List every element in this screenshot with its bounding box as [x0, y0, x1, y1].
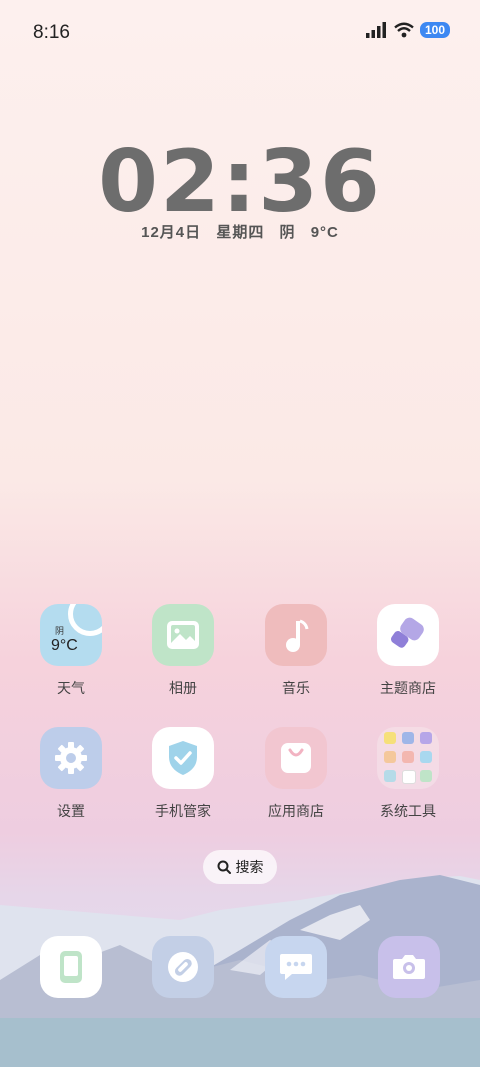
search-label: 搜索 [235, 859, 264, 875]
wallpaper-lake [0, 1018, 480, 1067]
messages-icon [280, 954, 312, 980]
shield-check-icon[interactable] [152, 727, 214, 789]
gear-icon[interactable] [40, 727, 102, 789]
browser-compass-icon [168, 952, 198, 982]
date-weather-row: 12月4日 星期四 阴 9°C [0, 221, 480, 242]
app-label: 手机管家 [155, 803, 211, 819]
phone-icon [60, 951, 82, 983]
folder-icon[interactable] [377, 727, 439, 789]
app-app-store[interactable]: 应用商店 [246, 727, 346, 821]
dock-phone[interactable] [40, 936, 102, 998]
weekday-text: 星期四 [216, 224, 265, 241]
app-label: 主题商店 [380, 680, 436, 696]
app-label: 应用商店 [268, 803, 324, 819]
app-label: 系统工具 [380, 803, 436, 819]
weather-icon[interactable]: 阴 9°C [40, 604, 102, 666]
app-music[interactable]: 音乐 [246, 604, 346, 698]
app-label: 天气 [57, 680, 85, 696]
app-weather[interactable]: 阴 9°C 天气 [21, 604, 121, 698]
dock-browser[interactable] [152, 936, 214, 998]
app-settings[interactable]: 设置 [21, 727, 121, 821]
dock-messages[interactable] [265, 936, 327, 998]
battery-icon: 100 [419, 22, 450, 38]
theme-store-icon[interactable] [377, 604, 439, 666]
app-phone-manager[interactable]: 手机管家 [133, 727, 233, 821]
status-time: 8:16 [33, 22, 70, 43]
shopping-bag-icon[interactable] [265, 727, 327, 789]
wifi-icon [394, 22, 414, 38]
app-label: 设置 [57, 803, 85, 819]
weather-text: 阴 [279, 224, 296, 241]
app-theme-store[interactable]: 主题商店 [358, 604, 458, 698]
temperature-text: 9°C [310, 224, 339, 241]
gallery-icon[interactable] [152, 604, 214, 666]
app-system-tools[interactable]: 系统工具 [358, 727, 458, 821]
status-bar: 8:16 100 [0, 0, 480, 68]
dock-camera[interactable] [378, 936, 440, 998]
app-label: 音乐 [282, 680, 310, 696]
signal-icon [365, 22, 386, 38]
lockscreen-clock[interactable]: 02:36 [0, 132, 480, 232]
app-gallery[interactable]: 相册 [133, 604, 233, 698]
camera-icon [393, 955, 425, 979]
app-label: 相册 [169, 680, 197, 696]
date-text: 12月4日 [141, 224, 202, 241]
music-note-icon[interactable] [265, 604, 327, 666]
search-icon [217, 860, 231, 874]
search-button[interactable]: 搜索 [203, 850, 277, 884]
status-icons: 100 [365, 22, 450, 38]
